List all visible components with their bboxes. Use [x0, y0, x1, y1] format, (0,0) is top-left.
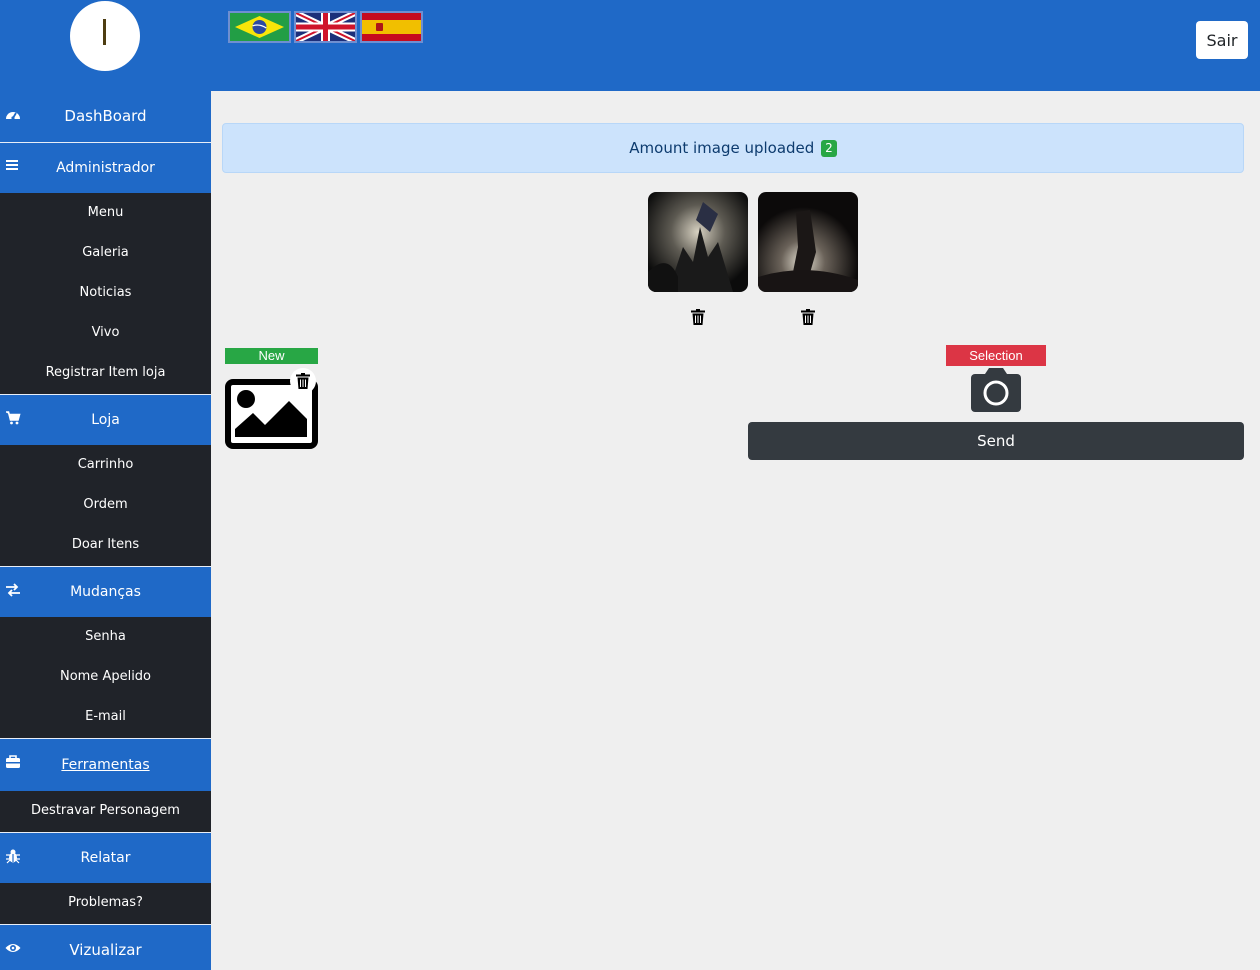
sidebar-section-relatar[interactable]: Relatar [0, 832, 211, 883]
upload-count-badge: 2 [821, 140, 837, 157]
sidebar-section-label: Mudanças [70, 584, 141, 600]
sidebar-section-label: Relatar [80, 850, 131, 866]
delete-trash-icon[interactable] [801, 309, 815, 325]
uploaded-image-thumbnail[interactable] [758, 192, 858, 292]
sidebar-item-vivo[interactable]: Vivo [0, 313, 211, 353]
sidebar-section-administrador[interactable]: Administrador [0, 142, 211, 193]
sidebar: DashBoard Administrador Menu Galeria Not… [0, 91, 211, 970]
send-button[interactable]: Send [748, 422, 1244, 460]
flag-uk-icon[interactable] [294, 11, 357, 43]
logout-button[interactable]: Sair [1196, 21, 1248, 59]
uploaded-image-thumbnail[interactable] [648, 192, 748, 292]
sidebar-item-registrar-item-loja[interactable]: Registrar Item loja [0, 353, 211, 393]
upload-count-alert: Amount image uploaded 2 [222, 123, 1244, 173]
selection-label: Selection [946, 345, 1046, 366]
sidebar-item-senha[interactable]: Senha [0, 617, 211, 657]
sidebar-section-label: Ferramentas [61, 757, 150, 773]
logo-mark [103, 19, 106, 45]
new-label: New [225, 348, 318, 364]
sidebar-item-doar-itens[interactable]: Doar Itens [0, 525, 211, 565]
sidebar-item-email[interactable]: E-mail [0, 697, 211, 737]
remove-new-image-button[interactable] [290, 368, 316, 394]
sidebar-item-problemas[interactable]: Problemas? [0, 883, 211, 923]
sidebar-section-label: Loja [91, 412, 120, 428]
sidebar-item-galeria[interactable]: Galeria [0, 233, 211, 273]
camera-icon[interactable] [971, 368, 1021, 412]
sidebar-item-carrinho[interactable]: Carrinho [0, 445, 211, 485]
flag-spain-icon[interactable] [360, 11, 423, 43]
sidebar-section-label: Administrador [56, 160, 155, 176]
trash-icon [296, 373, 310, 389]
logo[interactable] [70, 1, 140, 71]
sidebar-item-dashboard[interactable]: DashBoard [0, 91, 211, 142]
sidebar-item-destravar-personagem[interactable]: Destravar Personagem [0, 791, 211, 831]
flag-brazil-icon[interactable] [228, 11, 291, 43]
delete-trash-icon[interactable] [691, 309, 705, 325]
sidebar-item-noticias[interactable]: Noticias [0, 273, 211, 313]
sidebar-item-label: Vizualizar [69, 941, 142, 959]
sidebar-item-ordem[interactable]: Ordem [0, 485, 211, 525]
sidebar-item-menu[interactable]: Menu [0, 193, 211, 233]
sidebar-section-loja[interactable]: Loja [0, 394, 211, 445]
sidebar-item-vizualizar[interactable]: Vizualizar [0, 924, 211, 970]
sidebar-item-label: DashBoard [64, 107, 147, 125]
sidebar-item-nome-apelido[interactable]: Nome Apelido [0, 657, 211, 697]
alert-text: Amount image uploaded [629, 139, 815, 157]
top-bar: Sair [0, 0, 1260, 91]
sidebar-section-ferramentas[interactable]: Ferramentas [0, 738, 211, 791]
sidebar-section-mudancas[interactable]: Mudanças [0, 566, 211, 617]
